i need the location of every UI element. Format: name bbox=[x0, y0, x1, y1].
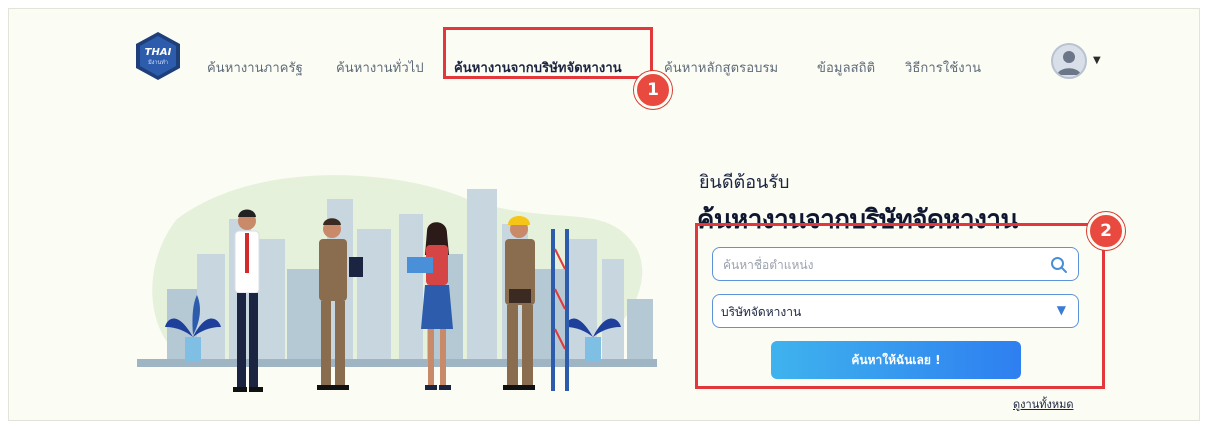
annotation-badge-2: 2 bbox=[1087, 212, 1125, 250]
hero-illustration bbox=[137, 175, 657, 392]
nav-item-general-jobs[interactable]: ค้นหางานทั่วไป bbox=[336, 57, 424, 78]
app-frame: THAI มีงานทำ ค้นหางานภาครัฐ ค้นหางานทั่ว… bbox=[8, 8, 1200, 421]
user-avatar-icon bbox=[1051, 43, 1087, 79]
welcome-text: ยินดีต้อนรับ bbox=[699, 172, 790, 193]
logo-subtext: มีงานทำ bbox=[148, 59, 168, 66]
nav-item-statistics[interactable]: ข้อมูลสถิติ bbox=[817, 57, 875, 78]
chevron-down-icon: ▼ bbox=[1093, 55, 1101, 66]
annotation-box-1 bbox=[443, 27, 653, 79]
logo[interactable]: THAI มีงานทำ bbox=[133, 31, 183, 81]
logo-text: THAI bbox=[145, 47, 172, 58]
user-menu[interactable]: ▼ bbox=[1051, 43, 1105, 83]
annotation-box-2 bbox=[695, 223, 1105, 389]
nav-item-government-jobs[interactable]: ค้นหางานภาครัฐ bbox=[207, 57, 303, 78]
annotation-badge-1: 1 bbox=[634, 71, 672, 109]
see-all-jobs-link[interactable]: ดูงานทั้งหมด bbox=[1013, 395, 1073, 413]
nav-item-training-courses[interactable]: ค้นหาหลักสูตรอบรม bbox=[664, 57, 778, 78]
nav-item-how-to-use[interactable]: วิธีการใช้งาน bbox=[905, 57, 981, 78]
